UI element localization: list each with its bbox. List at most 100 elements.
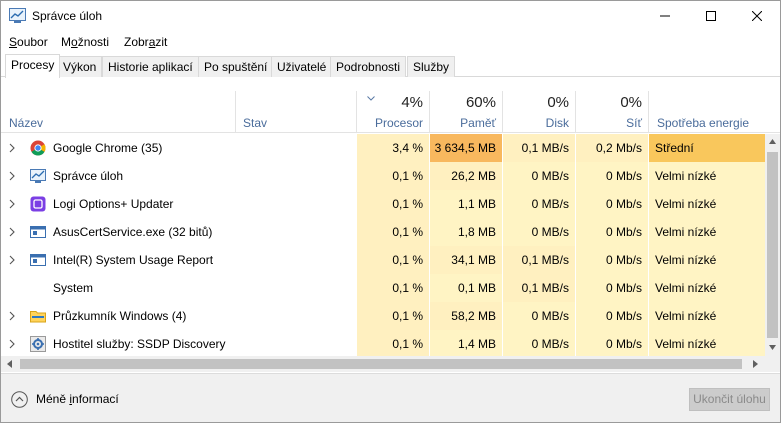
process-row[interactable]: Průzkumník Windows (4) 0,1 % 58,2 MB 0 MB/s… xyxy=(1,302,765,330)
network-value: 0,2 Mb/s xyxy=(595,141,642,155)
power-value: Velmi nízké xyxy=(655,253,717,267)
tab-sluzby[interactable]: Služby xyxy=(407,56,456,77)
process-row[interactable]: Správce úloh 0,1 % 26,2 MB 0 MB/s 0 Mb/s Velm… xyxy=(1,162,765,190)
disk-value: 0,1 MB/s xyxy=(521,253,569,267)
service-window-icon xyxy=(30,226,46,238)
header-power[interactable]: Spotřeba energie xyxy=(657,116,749,130)
chevron-up-circle-icon[interactable] xyxy=(11,391,28,408)
process-name: Správce úloh xyxy=(53,169,124,183)
fewer-details-link[interactable]: Méně informací xyxy=(36,392,119,406)
memory-value: 26,2 MB xyxy=(451,169,496,183)
process-row[interactable]: Intel(R) System Usage Report 0,1 % 34,1 MB… xyxy=(1,246,765,274)
power-value: Střední xyxy=(655,141,694,155)
maximize-icon xyxy=(706,11,716,21)
expand-chevron-right-icon[interactable] xyxy=(9,311,15,321)
cpu-value: 0,1 % xyxy=(392,281,423,295)
close-icon xyxy=(752,11,762,21)
process-row[interactable]: Logi Options+ Updater 0,1 % 1,1 MB 0 MB/s 0 … xyxy=(1,190,765,218)
process-row[interactable]: System 0,1 % 0,1 MB 0,1 MB/s 0 Mb/s Velmi níz… xyxy=(1,274,765,302)
expand-chevron-right-icon[interactable] xyxy=(9,227,15,237)
minimize-icon xyxy=(660,15,670,17)
power-value: Velmi nízké xyxy=(655,309,717,323)
scroll-right-arrow-icon[interactable] xyxy=(753,360,758,368)
power-value: Velmi nízké xyxy=(655,197,717,211)
expand-chevron-right-icon[interactable] xyxy=(9,171,15,181)
logi-icon xyxy=(30,196,46,212)
tab-procesy[interactable]: Procesy xyxy=(5,54,61,78)
process-name: Logi Options+ Updater xyxy=(53,197,174,211)
memory-value: 1,8 MB xyxy=(457,225,496,239)
column-separator[interactable] xyxy=(648,91,649,133)
minimize-button[interactable] xyxy=(642,1,688,31)
cpu-value: 0,1 % xyxy=(392,225,423,239)
menu-zobrazit[interactable]: Zobrazit xyxy=(124,35,167,49)
power-value: Velmi nízké xyxy=(655,281,717,295)
header-cpu-pct[interactable]: 4% xyxy=(357,94,423,111)
vertical-scrollbar[interactable] xyxy=(765,134,780,356)
process-row[interactable]: Hostitel služby: SSDP Discovery 0,1 % 1,4 … xyxy=(1,330,765,356)
memory-value: 58,2 MB xyxy=(451,309,496,323)
memory-value: 34,1 MB xyxy=(451,253,496,267)
memory-value: 1,4 MB xyxy=(457,337,496,351)
horizontal-scrollbar[interactable] xyxy=(1,356,780,372)
network-value: 0 Mb/s xyxy=(605,337,642,351)
cpu-value: 0,1 % xyxy=(392,337,423,351)
tab-uzivatele[interactable]: Uživatelé xyxy=(271,56,333,77)
tab-vykon[interactable]: Výkon xyxy=(57,56,103,77)
scroll-left-arrow-icon[interactable] xyxy=(7,360,12,368)
expand-chevron-right-icon[interactable] xyxy=(9,143,15,153)
header-memory-pct[interactable]: 60% xyxy=(430,94,496,111)
power-value: Velmi nízké xyxy=(655,337,717,351)
network-value: 0 Mb/s xyxy=(605,225,642,239)
header-memory[interactable]: Paměť xyxy=(430,116,496,130)
network-value: 0 Mb/s xyxy=(605,253,642,267)
system-icon xyxy=(30,280,46,296)
cpu-value: 0,1 % xyxy=(392,169,423,183)
expand-chevron-right-icon[interactable] xyxy=(9,339,15,349)
disk-value: 0 MB/s xyxy=(531,337,569,351)
explorer-folder-icon xyxy=(30,311,46,323)
column-separator[interactable] xyxy=(235,91,236,133)
window-title: Správce úloh xyxy=(32,9,103,23)
header-disk[interactable]: Disk xyxy=(503,116,569,130)
process-name: Hostitel služby: SSDP Discovery xyxy=(53,337,226,351)
menu-soubor[interactable]: Soubor xyxy=(9,35,48,49)
tab-podrobnosti[interactable]: Podrobnosti xyxy=(330,56,407,77)
process-name: System xyxy=(53,281,94,295)
end-task-button[interactable]: Ukončit úlohu xyxy=(689,388,770,411)
title-bar: Správce úloh xyxy=(1,1,780,31)
process-row[interactable]: AsusCertService.exe (32 bitů) 0,1 % 1,8 MB… xyxy=(1,218,765,246)
power-value: Velmi nízké xyxy=(655,225,717,239)
menu-moznosti[interactable]: Možnosti xyxy=(61,35,109,49)
gear-service-icon xyxy=(30,336,46,352)
header-network[interactable]: Síť xyxy=(576,116,642,130)
tab-historie-aplikaci[interactable]: Historie aplikací xyxy=(102,56,199,77)
expand-chevron-right-icon[interactable] xyxy=(9,255,15,265)
header-disk-pct[interactable]: 0% xyxy=(503,94,569,111)
network-value: 0 Mb/s xyxy=(605,281,642,295)
process-name: AsusCertService.exe (32 bitů) xyxy=(53,225,213,239)
process-row[interactable]: Google Chrome (35) 3,4 % 3 634,5 MB 0,1 MB/… xyxy=(1,134,765,162)
menu-bar: Soubor Možnosti Zobrazit xyxy=(1,32,780,52)
header-name[interactable]: Název xyxy=(9,116,43,130)
process-name: Google Chrome (35) xyxy=(53,141,163,155)
header-cpu[interactable]: Procesor xyxy=(357,116,423,130)
network-value: 0 Mb/s xyxy=(605,309,642,323)
horizontal-scroll-thumb[interactable] xyxy=(20,359,742,369)
close-button[interactable] xyxy=(734,1,780,31)
disk-value: 0,1 MB/s xyxy=(521,281,569,295)
tab-bar: Procesy Výkon Historie aplikací Po spušt… xyxy=(1,54,780,78)
expand-chevron-right-icon[interactable] xyxy=(9,199,15,209)
service-window-icon xyxy=(30,254,46,266)
vertical-scroll-thumb[interactable] xyxy=(767,152,778,338)
tab-po-spusteni[interactable]: Po spuštění xyxy=(198,56,274,77)
memory-value: 0,1 MB xyxy=(457,281,496,295)
maximize-button[interactable] xyxy=(688,1,734,31)
scroll-up-arrow-icon[interactable] xyxy=(769,139,776,144)
network-value: 0 Mb/s xyxy=(605,197,642,211)
memory-value: 3 634,5 MB xyxy=(434,141,496,155)
task-manager-icon xyxy=(30,169,46,183)
header-status[interactable]: Stav xyxy=(243,116,267,130)
header-network-pct[interactable]: 0% xyxy=(576,94,642,111)
scroll-down-arrow-icon[interactable] xyxy=(769,345,776,350)
